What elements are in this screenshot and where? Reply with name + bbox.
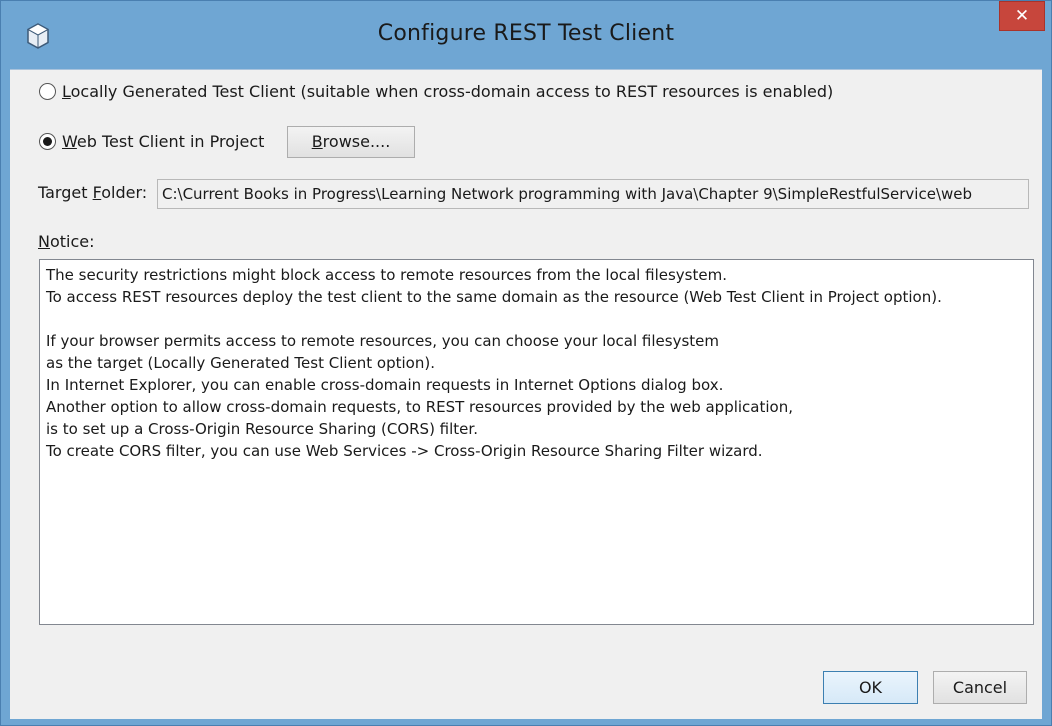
notice-line: as the target (Locally Generated Test Cl… — [46, 354, 435, 372]
target-folder-field[interactable]: C:\Current Books in Progress\Learning Ne… — [157, 179, 1029, 209]
close-button[interactable]: ✕ — [999, 1, 1045, 31]
web-client-label[interactable]: Web Test Client in Project — [62, 132, 264, 151]
notice-line: To access REST resources deploy the test… — [46, 288, 942, 306]
notice-line — [46, 308, 1027, 330]
notice-line: To create CORS filter, you can use Web S… — [46, 442, 763, 460]
window-title: Configure REST Test Client — [377, 21, 675, 46]
dialog-window: Configure REST Test Client ✕ Locally Gen… — [0, 0, 1052, 726]
web-client-radio[interactable] — [39, 133, 56, 150]
notice-line: is to set up a Cross-Origin Resource Sha… — [46, 420, 478, 438]
notice-line: Another option to allow cross-domain req… — [46, 398, 793, 416]
web-client-option[interactable]: Web Test Client in Project — [39, 132, 264, 151]
browse-button[interactable]: Browse.... — [287, 126, 415, 158]
local-client-option[interactable]: Locally Generated Test Client (suitable … — [39, 82, 833, 101]
local-client-label[interactable]: Locally Generated Test Client (suitable … — [62, 82, 833, 101]
title-bar: Configure REST Test Client ✕ — [1, 1, 1051, 69]
cancel-button[interactable]: Cancel — [933, 671, 1027, 704]
notice-text-area[interactable]: The security restrictions might block ac… — [39, 259, 1034, 625]
target-folder-label: Target Folder: — [38, 183, 148, 202]
notice-line: If your browser permits access to remote… — [46, 332, 720, 350]
local-client-radio[interactable] — [39, 83, 56, 100]
notice-line: The security restrictions might block ac… — [46, 266, 727, 284]
ok-button[interactable]: OK — [823, 671, 918, 704]
notice-line: In Internet Explorer, you can enable cro… — [46, 376, 724, 394]
notice-label: Notice: — [38, 232, 95, 251]
dialog-content: Locally Generated Test Client (suitable … — [10, 69, 1042, 719]
